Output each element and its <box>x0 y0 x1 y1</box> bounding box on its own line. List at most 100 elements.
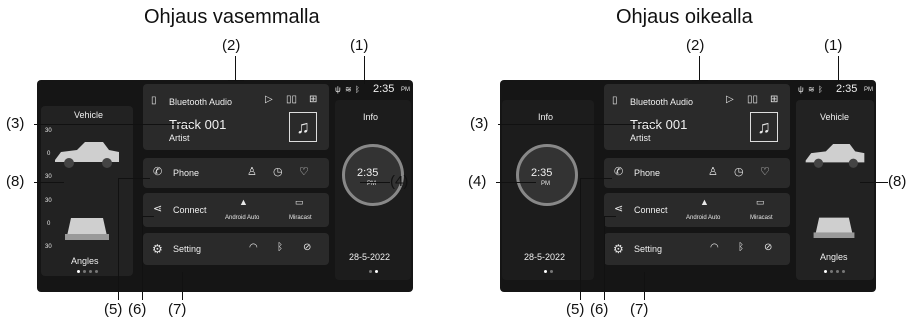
leader-line <box>604 216 605 300</box>
leader-line <box>496 182 536 183</box>
bluetooth-icon[interactable]: ᛒ <box>738 243 744 253</box>
setting-tile[interactable]: ⚙ Setting ◠ ᛒ ⊘ <box>604 233 790 265</box>
setting-tile[interactable]: ⚙ Setting ◠ ᛒ ⊘ <box>143 233 329 265</box>
right-screen: Info 2:35 PM 28-5-2022 ▯ Bluetooth Audio… <box>500 80 876 292</box>
heart-icon[interactable]: ♡ <box>760 167 770 178</box>
play-icon[interactable]: ▷ <box>726 95 734 105</box>
date-label: 28-5-2022 <box>524 252 566 262</box>
history-icon[interactable]: ◷ <box>734 167 744 178</box>
status-ampm: PM <box>401 87 410 93</box>
callout-8: (8) <box>6 173 25 190</box>
callout-5: (5) <box>104 301 123 318</box>
leader-line <box>182 272 183 300</box>
android-auto-label: Android Auto <box>686 215 721 221</box>
left-screen: Vehicle 30 0 30 30 0 30 Angles ▯ Bluetoo… <box>37 80 413 292</box>
phone-label: Phone <box>173 168 200 178</box>
info-label: Info <box>363 112 379 122</box>
connect-tile[interactable]: ⋖ Connect ▲ Android Auto ▭ Miracast <box>143 193 329 227</box>
mute-icon[interactable]: ⊘ <box>303 243 311 253</box>
angles-label: Angles <box>71 256 99 266</box>
clock-time: 2:35 <box>357 167 379 179</box>
vehicle-panel[interactable]: Vehicle Angles <box>796 100 874 280</box>
callout-4: (4) <box>468 173 487 190</box>
track-artist: Artist <box>169 133 190 143</box>
play-icon[interactable]: ▷ <box>265 95 273 105</box>
miracast-label: Miracast <box>750 215 773 221</box>
wifi-icon[interactable]: ◠ <box>710 243 719 253</box>
phone-tile[interactable]: ✆ Phone ♙ ◷ ♡ <box>143 158 329 188</box>
leader-line <box>699 56 700 80</box>
page-indicator <box>369 270 378 273</box>
callout-6: (6) <box>590 301 609 318</box>
gauge-tick: 30 <box>45 198 52 204</box>
pause-icon[interactable]: ▯▯ <box>747 95 758 105</box>
vehicle-front-image <box>813 217 855 238</box>
bluetooth-audio-icon: ▯ <box>612 95 618 106</box>
share-icon: ⋖ <box>153 203 163 215</box>
callout-3: (3) <box>6 115 25 132</box>
clock-ampm: PM <box>541 181 550 187</box>
leader-line <box>118 178 119 300</box>
right-panel-title: Ohjaus oikealla <box>616 6 753 28</box>
page-indicator <box>77 270 98 273</box>
gauge-tick: 30 <box>45 174 52 180</box>
vehicle-label: Vehicle <box>820 112 850 122</box>
miracast-icon[interactable]: ▭ <box>295 198 304 207</box>
usb-icon: ψ <box>335 85 341 94</box>
leader-line <box>580 178 581 300</box>
contact-icon[interactable]: ♙ <box>708 167 718 178</box>
leader-line <box>498 124 658 125</box>
gear-icon: ⚙ <box>613 242 624 256</box>
phone-tile[interactable]: ✆ Phone ♙ ◷ ♡ <box>604 158 790 188</box>
callout-7: (7) <box>168 301 187 318</box>
media-tile[interactable]: ▯ Bluetooth Audio ▷ ▯▯ ⊞ Track 001 Artis… <box>604 84 790 150</box>
track-artist: Artist <box>630 133 651 143</box>
gear-icon: ⚙ <box>152 242 163 256</box>
vehicle-panel[interactable]: Vehicle 30 0 30 30 0 30 Angles <box>41 106 133 276</box>
mute-icon[interactable]: ⊘ <box>764 243 772 253</box>
gauge-tick: 30 <box>45 128 52 134</box>
contact-icon[interactable]: ♙ <box>247 167 257 178</box>
setting-label: Setting <box>173 244 202 254</box>
connect-tile[interactable]: ⋖ Connect ▲ Android Auto ▭ Miracast <box>604 193 790 227</box>
share-icon: ⋖ <box>614 203 624 215</box>
gauge-tick: 30 <box>45 244 52 250</box>
callout-1: (1) <box>824 37 843 54</box>
wifi-icon[interactable]: ◠ <box>249 243 258 253</box>
phone-icon: ✆ <box>153 166 163 178</box>
pause-icon[interactable]: ▯▯ <box>286 95 297 105</box>
history-icon[interactable]: ◷ <box>273 167 283 178</box>
info-label: Info <box>538 112 554 122</box>
gauge-tick: 0 <box>47 221 51 227</box>
bluetooth-icon[interactable]: ᛒ <box>277 243 283 253</box>
page-indicator <box>824 270 845 273</box>
vehicle-side-image <box>805 144 865 168</box>
signal-icon: ≋ <box>345 85 352 94</box>
miracast-label: Miracast <box>289 215 312 221</box>
angles-label: Angles <box>820 252 848 262</box>
info-panel[interactable]: Info 2:35 PM 28-5-2022 <box>335 100 411 280</box>
vehicle-side-image <box>55 142 119 168</box>
leader-line <box>644 272 645 300</box>
grid-icon[interactable]: ⊞ <box>770 95 778 105</box>
callout-2: (2) <box>686 37 705 54</box>
android-auto-icon[interactable]: ▲ <box>239 198 248 207</box>
leader-line <box>360 182 390 183</box>
callout-7: (7) <box>630 301 649 318</box>
status-ampm: PM <box>864 87 873 93</box>
grid-icon[interactable]: ⊞ <box>309 95 317 105</box>
android-auto-icon[interactable]: ▲ <box>700 198 709 207</box>
vehicle-label: Vehicle <box>74 110 104 120</box>
callout-5: (5) <box>566 301 585 318</box>
connect-label: Connect <box>173 205 207 215</box>
bluetooth-audio-icon: ▯ <box>151 95 157 106</box>
heart-icon[interactable]: ♡ <box>299 167 309 178</box>
leader-line <box>34 124 194 125</box>
leader-line <box>142 216 154 217</box>
miracast-icon[interactable]: ▭ <box>756 198 765 207</box>
status-time: 2:35 <box>836 83 858 95</box>
callout-2: (2) <box>222 37 241 54</box>
bluetooth-icon: ᛒ <box>355 85 360 94</box>
media-tile[interactable]: ▯ Bluetooth Audio ▷ ▯▯ ⊞ Track 001 Artis… <box>143 84 329 150</box>
leader-line <box>235 56 236 80</box>
